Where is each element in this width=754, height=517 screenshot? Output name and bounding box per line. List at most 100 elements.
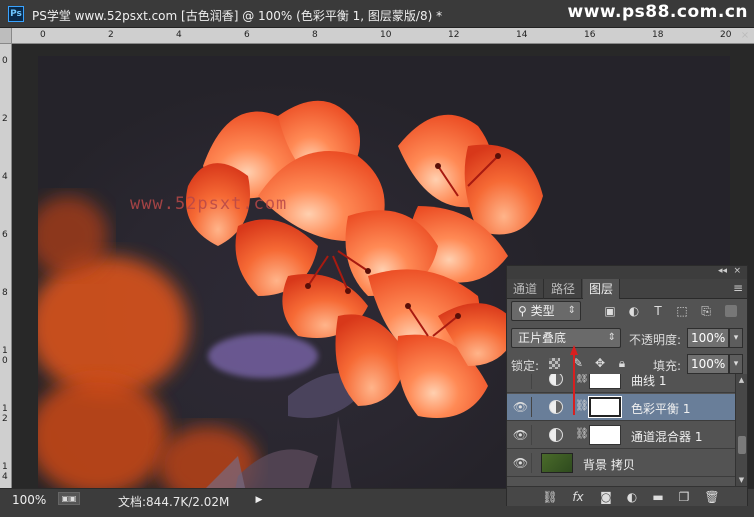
link-icon[interactable]: ⛓ bbox=[541, 489, 559, 505]
opacity-field[interactable]: 100% bbox=[687, 328, 729, 348]
adjustment-layer-icon bbox=[549, 400, 563, 414]
ruler-corner[interactable] bbox=[0, 28, 12, 44]
layer-row-background-copy[interactable]: 👁︎ 背景 拷贝 bbox=[507, 450, 735, 477]
photoshop-window: Ps PS学堂 www.52psxt.com [古色润香] @ 100% (色彩… bbox=[0, 0, 754, 517]
tab-layers[interactable]: 图层 bbox=[583, 279, 621, 299]
lock-label: 锁定: bbox=[511, 359, 540, 373]
panel-bottom-bar: ⛓ fx ◙ ◐ ▬ ❐ 🗑︎ bbox=[507, 486, 747, 506]
blend-row: 正片叠底 ⇕ 不透明度: 100% ▾ bbox=[507, 326, 747, 350]
layer-name[interactable]: 背景 拷贝 bbox=[583, 456, 635, 473]
layer-row-channel-mixer[interactable]: 👁︎ ⛓ 通道混合器 1 bbox=[507, 422, 735, 449]
ruler-tick-label: 4 bbox=[2, 172, 8, 182]
layer-name[interactable]: 通道混合器 1 bbox=[631, 428, 702, 445]
layers-scrollbar[interactable]: ▲ ▼ bbox=[735, 374, 747, 486]
opacity-label: 不透明度: bbox=[629, 333, 682, 347]
layer-mask-thumbnail[interactable] bbox=[589, 425, 621, 445]
title-bar: Ps PS学堂 www.52psxt.com [古色润香] @ 100% (色彩… bbox=[0, 0, 754, 28]
scroll-up-icon[interactable]: ▲ bbox=[736, 376, 747, 384]
fill-field[interactable]: 100% bbox=[687, 354, 729, 374]
ruler-tick-label: 6 bbox=[2, 230, 8, 240]
panel-tabs: 通道 路径 图层 ≡ bbox=[507, 279, 747, 299]
filter-row: ⚲ 类型 ⇕ ▣ ◐ T ⬚ ⎘ bbox=[507, 299, 747, 323]
adjustment-layer-icon bbox=[549, 428, 563, 442]
lock-all-icon[interactable]: 🔒︎ bbox=[615, 356, 629, 370]
type-filter-icon[interactable]: T bbox=[651, 304, 665, 318]
adjustment-filter-icon[interactable]: ◐ bbox=[627, 304, 641, 318]
tab-channels[interactable]: 通道 bbox=[507, 279, 545, 299]
canvas-watermark: www.52psxt.com bbox=[130, 194, 288, 214]
ruler-tick-label: 1 0 bbox=[2, 346, 8, 366]
ruler-tick-label: 2 bbox=[108, 30, 114, 40]
scroll-down-icon[interactable]: ▼ bbox=[736, 476, 747, 484]
left-ruler[interactable]: 0 2 4 6 8 1 0 1 2 1 4 bbox=[0, 44, 12, 488]
ruler-tick-label: 6 bbox=[244, 30, 250, 40]
fx-icon[interactable]: fx bbox=[569, 489, 587, 505]
layer-image-thumbnail[interactable] bbox=[541, 453, 573, 473]
panel-menu-icon[interactable]: ≡ bbox=[733, 281, 743, 295]
search-icon: ⚲ bbox=[518, 304, 531, 318]
annotation-arrow bbox=[570, 345, 578, 415]
ruler-tick-label: 16 bbox=[584, 30, 596, 40]
scroll-thumb[interactable] bbox=[738, 436, 746, 454]
site-watermark: www.ps88.com.cn bbox=[567, 2, 748, 22]
ruler-tick-label: 18 bbox=[652, 30, 664, 40]
ruler-tick-label: 10 bbox=[380, 30, 392, 40]
smart-object-filter-icon[interactable]: ⎘ bbox=[699, 304, 713, 318]
layer-mask-thumbnail[interactable] bbox=[588, 396, 622, 418]
folder-icon[interactable]: ▬ bbox=[649, 489, 667, 505]
close-panel-icon[interactable]: × bbox=[733, 266, 741, 276]
close-document-icon[interactable]: × bbox=[738, 30, 752, 42]
layer-row-color-balance[interactable]: 👁︎ ⛓ 色彩平衡 1 bbox=[507, 394, 735, 421]
adjustment-icon[interactable]: ◐ bbox=[623, 489, 641, 505]
blend-mode-select[interactable]: 正片叠底 ⇕ bbox=[511, 328, 621, 348]
status-menu-arrow-icon[interactable]: ▶ bbox=[252, 493, 266, 507]
panel-header: ◂◂ × bbox=[507, 266, 747, 279]
visibility-toggle-off[interactable] bbox=[510, 374, 532, 389]
photoshop-app-icon: Ps bbox=[8, 6, 24, 22]
layer-filter-select[interactable]: ⚲ 类型 ⇕ bbox=[511, 301, 581, 321]
status-mode-icon[interactable]: ▣▣ bbox=[58, 492, 80, 505]
mask-icon[interactable]: ◙ bbox=[597, 489, 615, 505]
opacity-dropdown-icon[interactable]: ▾ bbox=[729, 328, 743, 348]
ruler-tick-label: 8 bbox=[312, 30, 318, 40]
eye-icon[interactable]: 👁︎ bbox=[510, 453, 532, 473]
ruler-tick-label: 1 4 bbox=[2, 462, 8, 482]
collapse-panel-icon[interactable]: ◂◂ bbox=[718, 266, 727, 276]
updown-arrow-icon: ⇕ bbox=[567, 305, 576, 316]
eye-icon[interactable]: 👁︎ bbox=[510, 425, 532, 445]
updown-arrow-icon: ⇕ bbox=[607, 332, 616, 343]
ruler-tick-label: 14 bbox=[516, 30, 528, 40]
link-chain-icon[interactable]: ⛓ bbox=[575, 427, 589, 440]
fill-dropdown-icon[interactable]: ▾ bbox=[729, 354, 743, 374]
tab-paths[interactable]: 路径 bbox=[545, 279, 583, 299]
blend-mode-value: 正片叠底 bbox=[518, 331, 567, 345]
top-ruler[interactable]: 0 2 4 6 8 10 12 14 16 18 20 × bbox=[12, 28, 754, 44]
zoom-level[interactable]: 100% bbox=[12, 493, 46, 507]
trash-icon[interactable]: 🗑︎ bbox=[703, 489, 721, 505]
layers-list: ⛓ 曲线 1 👁︎ ⛓ 色彩平衡 1 👁︎ ⛓ 通道混合器 1 👁︎ 背景 拷贝 bbox=[507, 374, 735, 486]
ruler-tick-label: 12 bbox=[448, 30, 460, 40]
new-layer-icon[interactable]: ❐ bbox=[675, 489, 693, 505]
ruler-tick-label: 4 bbox=[176, 30, 182, 40]
lock-position-icon[interactable]: ✥ bbox=[593, 356, 607, 370]
document-size: 文档:844.7K/2.02M bbox=[118, 495, 230, 509]
ruler-tick-label: 8 bbox=[2, 288, 8, 298]
layer-name[interactable]: 曲线 1 bbox=[631, 374, 666, 389]
pixel-filter-icon[interactable]: ▣ bbox=[603, 304, 617, 318]
layer-name[interactable]: 色彩平衡 1 bbox=[631, 400, 690, 417]
shape-filter-icon[interactable]: ⬚ bbox=[675, 304, 689, 318]
ruler-tick-label: 0 bbox=[40, 30, 46, 40]
filter-label: 类型 bbox=[530, 304, 555, 318]
layer-row-curves[interactable]: ⛓ 曲线 1 bbox=[507, 374, 735, 393]
lock-transparency-icon[interactable] bbox=[549, 358, 560, 369]
eye-icon[interactable]: 👁︎ bbox=[510, 397, 532, 417]
ruler-tick-label: 2 bbox=[2, 114, 8, 124]
layers-panel: ◂◂ × 通道 路径 图层 ≡ ⚲ 类型 ⇕ ▣ ◐ T ⬚ ⎘ 正片叠底 ⇕ … bbox=[506, 265, 748, 506]
lock-row: 锁定: ✎ ✥ 🔒︎ 填充: 100% ▾ bbox=[507, 354, 747, 376]
adjustment-layer-icon bbox=[549, 374, 563, 386]
filter-toggle-icon[interactable] bbox=[725, 305, 737, 317]
layer-mask-thumbnail[interactable] bbox=[589, 374, 621, 389]
document-title: PS学堂 www.52psxt.com [古色润香] @ 100% (色彩平衡 … bbox=[32, 9, 443, 23]
ruler-tick-label: 1 2 bbox=[2, 404, 8, 424]
ruler-tick-label: 20 bbox=[720, 30, 732, 40]
